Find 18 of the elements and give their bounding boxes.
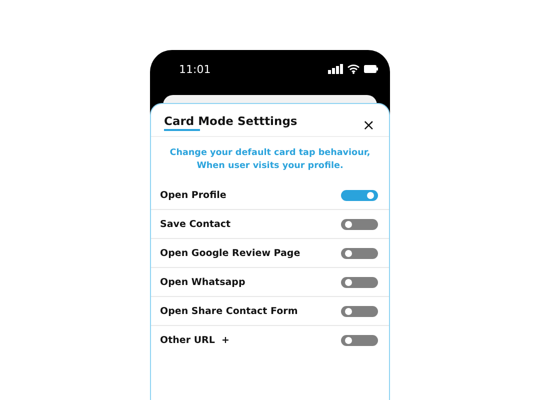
battery-icon	[364, 65, 378, 73]
option-label: Open Share Contact Form	[160, 306, 298, 316]
option-label: Open Profile	[160, 190, 226, 200]
toggle-switch[interactable]	[341, 276, 378, 288]
toggle-switch[interactable]	[341, 306, 378, 316]
option-label: Other URL +	[160, 334, 230, 346]
signal-icon	[328, 64, 343, 74]
wifi-icon	[347, 64, 360, 74]
option-label: Open Google Review Page	[160, 248, 300, 258]
close-button[interactable]: ×	[362, 118, 375, 132]
toggle-switch[interactable]	[341, 218, 378, 230]
toggle-switch[interactable]	[341, 248, 378, 258]
toggle-switch[interactable]	[341, 190, 378, 200]
option-label: Save Contact	[160, 218, 231, 230]
status-time: 11:01	[179, 62, 211, 76]
toggle-switch[interactable]	[341, 334, 378, 346]
option-label: Open Whatsapp	[160, 276, 246, 288]
description-text: Change your default card tap behaviour, When user visits your profile.	[168, 147, 372, 173]
